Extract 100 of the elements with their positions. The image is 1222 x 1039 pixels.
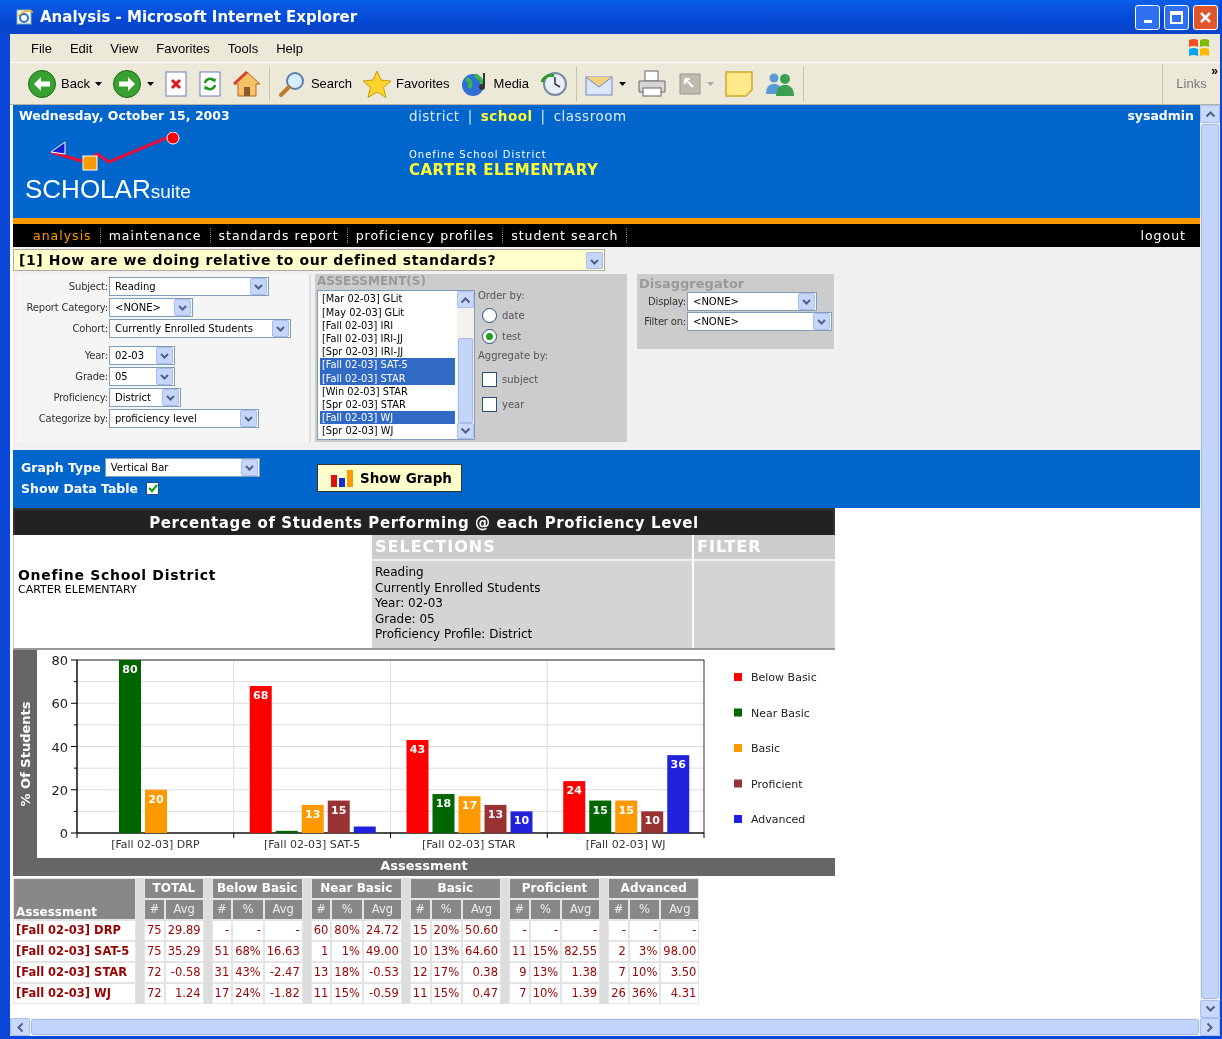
column-header: % bbox=[331, 899, 363, 920]
bar-value-label: 13 bbox=[305, 807, 321, 821]
dropdown[interactable]: <NONE> bbox=[687, 312, 832, 332]
table-cell: 17 bbox=[211, 983, 233, 1004]
menu-item[interactable]: Favorites bbox=[147, 38, 219, 58]
scroll-thumb[interactable] bbox=[458, 337, 473, 423]
note-icon bbox=[724, 69, 754, 98]
clock-icon bbox=[539, 69, 569, 98]
table-cell: - bbox=[660, 920, 700, 941]
list-option[interactable]: [Spr 02-03] STAR bbox=[320, 397, 455, 412]
search-button[interactable]: Search bbox=[273, 67, 356, 100]
selection-text: Grade: 05 bbox=[375, 611, 436, 627]
graph-type-dropdown[interactable]: Vertical Bar bbox=[104, 458, 260, 477]
list-option[interactable]: [Mar 02-03] GLit bbox=[320, 292, 455, 306]
level-link[interactable]: school bbox=[480, 108, 533, 125]
list-option[interactable]: [Win 02-03] STAR bbox=[320, 384, 455, 398]
row-label: [Fall 02-03] DRP bbox=[13, 920, 136, 941]
nav-link[interactable]: analysis bbox=[25, 228, 101, 243]
table-cell: 13 bbox=[310, 962, 332, 983]
chevron-down-icon bbox=[272, 320, 289, 337]
chart-bar bbox=[641, 811, 664, 833]
scroll-up-icon[interactable] bbox=[457, 291, 474, 308]
dropdown[interactable]: <NONE> bbox=[687, 292, 817, 312]
dropdown[interactable]: 02-03 bbox=[109, 346, 175, 365]
x-tick-label: [Fall 02-03] WJ bbox=[585, 838, 666, 851]
logout-link[interactable]: logout bbox=[1132, 228, 1194, 243]
logo-text: SCHOLARsuite bbox=[25, 176, 192, 203]
dropdown[interactable]: proficiency level bbox=[109, 409, 259, 428]
minimize-button[interactable] bbox=[1135, 4, 1160, 30]
horizontal-scrollbar[interactable] bbox=[10, 1018, 1220, 1036]
list-option[interactable]: [Spr 02-03] IRI-JJ bbox=[320, 345, 455, 359]
nav-link[interactable]: proficiency profiles bbox=[347, 228, 504, 243]
table-cell: -2.47 bbox=[263, 962, 303, 983]
separator-text: | bbox=[467, 108, 473, 125]
dropdown[interactable]: District bbox=[109, 388, 181, 407]
chevron-down-icon bbox=[156, 368, 173, 385]
dropdown[interactable]: Reading bbox=[109, 277, 269, 296]
scroll-up-icon[interactable] bbox=[1200, 105, 1220, 123]
radio-button[interactable] bbox=[482, 308, 497, 324]
nav-link[interactable]: maintenance bbox=[100, 228, 211, 243]
radio-button[interactable] bbox=[482, 329, 497, 345]
chevron-down-icon bbox=[174, 299, 191, 316]
scroll-down-icon[interactable] bbox=[1200, 1000, 1220, 1018]
column-header: % bbox=[628, 899, 661, 920]
close-button[interactable] bbox=[1193, 4, 1218, 30]
question-dropdown[interactable]: [1] How are we doing relative to our defined standards? bbox=[13, 249, 605, 271]
table-cell: - bbox=[561, 920, 601, 941]
dropdown[interactable]: <NONE> bbox=[109, 298, 193, 317]
scroll-right-icon[interactable] bbox=[1200, 1018, 1220, 1036]
checkbox[interactable] bbox=[146, 482, 160, 495]
links-label[interactable]: Links bbox=[1176, 76, 1207, 91]
back-button[interactable]: Back bbox=[24, 67, 105, 100]
level-link[interactable]: district bbox=[409, 108, 460, 125]
maximize-button[interactable] bbox=[1164, 4, 1189, 30]
scroll-down-icon[interactable] bbox=[457, 422, 474, 440]
selection-text: Proficiency Profile: District bbox=[375, 627, 534, 643]
table-cell: 72 bbox=[144, 962, 165, 983]
more-chevron[interactable]: » bbox=[1211, 63, 1218, 78]
column-header: Proficient bbox=[509, 878, 601, 899]
bar-value-label: 10 bbox=[644, 814, 660, 828]
table-cell: 64.60 bbox=[462, 941, 501, 962]
scroll-left-icon[interactable] bbox=[10, 1018, 30, 1036]
refresh-icon bbox=[197, 70, 222, 97]
dropdown[interactable]: Currently Enrolled Students bbox=[109, 319, 291, 338]
menu-item[interactable]: Help bbox=[267, 38, 312, 58]
table-cell: - bbox=[608, 920, 629, 941]
column-header: # bbox=[211, 899, 233, 920]
list-option[interactable]: [Fall 02-03] IRI-JJ bbox=[320, 331, 455, 346]
checkbox[interactable] bbox=[482, 397, 497, 413]
list-option[interactable]: [Fall 02-03] SAT-5 bbox=[320, 358, 455, 372]
table-cell: 11 bbox=[509, 941, 530, 962]
nav-link[interactable]: standards report bbox=[210, 228, 348, 243]
table-cell: 11 bbox=[409, 983, 431, 1004]
chart-bar bbox=[563, 781, 586, 833]
menu-item[interactable]: File bbox=[22, 38, 61, 58]
x-tick-label: [Fall 02-03] DRP bbox=[111, 838, 200, 851]
column-header: Avg bbox=[561, 899, 601, 920]
level-link[interactable]: classroom bbox=[553, 108, 627, 125]
bar-value-label: 10 bbox=[513, 814, 530, 828]
chevron-down-icon bbox=[240, 410, 257, 427]
list-option[interactable]: [Spr 02-03] WJ bbox=[320, 424, 455, 438]
nav-link[interactable]: student search bbox=[503, 228, 628, 243]
table-cell: 11 bbox=[310, 983, 332, 1004]
date-text: Wednesday, October 15, 2003 bbox=[19, 108, 231, 125]
menu-item[interactable]: Tools bbox=[218, 38, 268, 58]
assessment-listbox[interactable]: [Mar 02-03] GLit [May 02-03] GLit [Fall 02-03] IRI [Fall 02-03] IRI-JJ [Spr 02-03] IRI-JJ [Fall 02-03] SAT-5 [Fall 02-03] STAR [Win 02-03] STAR [Spr 02-03] STAR [Fall 02-03] WJ [Spr 02-03] WJ bbox=[317, 290, 475, 441]
dropdown[interactable]: 05 bbox=[109, 367, 175, 386]
menu-item[interactable]: Edit bbox=[60, 38, 102, 58]
list-option[interactable]: [Fall 02-03] WJ bbox=[320, 411, 455, 425]
list-option[interactable]: [Fall 02-03] IRI bbox=[320, 318, 455, 332]
media-button[interactable]: Media bbox=[456, 67, 532, 100]
show-graph-button[interactable]: Show Graph bbox=[317, 464, 462, 492]
vertical-scrollbar[interactable] bbox=[1200, 105, 1220, 1018]
checkbox[interactable] bbox=[482, 372, 497, 388]
column-header: # bbox=[608, 899, 629, 920]
favorites-button[interactable]: Favorites bbox=[359, 67, 453, 100]
radio-label: test bbox=[502, 330, 522, 343]
menu-item[interactable]: View bbox=[101, 38, 148, 58]
listbox-scrollbar[interactable] bbox=[457, 291, 474, 440]
list-option[interactable]: [May 02-03] GLit bbox=[320, 305, 455, 319]
